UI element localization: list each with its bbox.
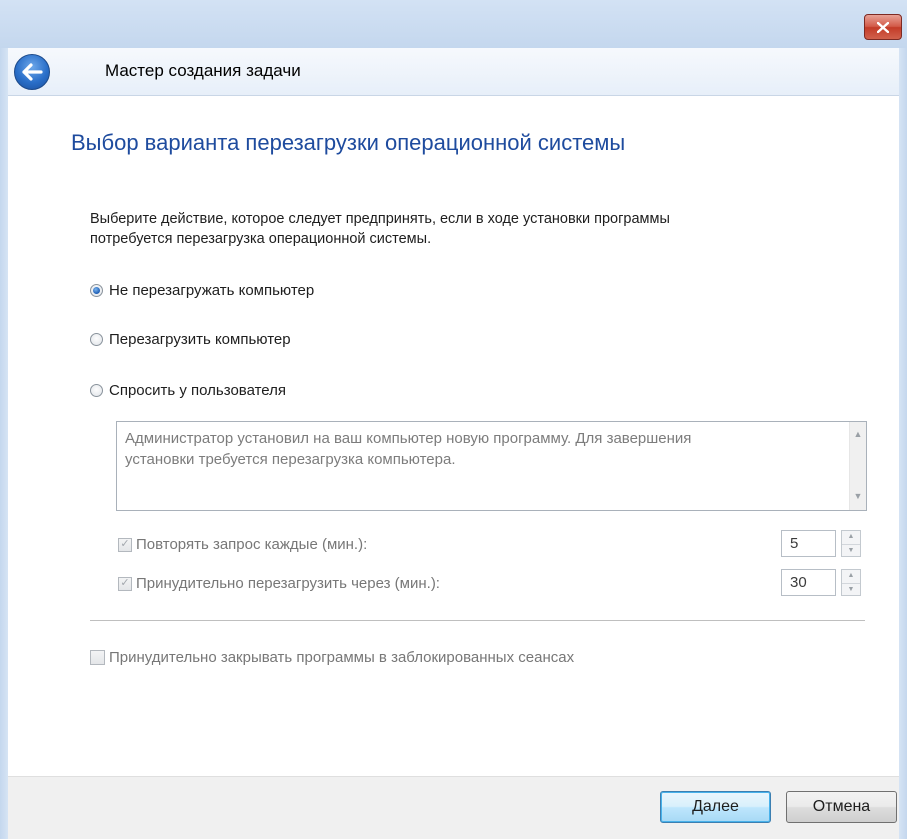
repeat-request-checkbox[interactable]: ✓ xyxy=(118,537,132,552)
restart-message-textarea[interactable]: Администратор установил на ваш компьютер… xyxy=(116,421,867,511)
close-button[interactable] xyxy=(864,14,902,40)
repeat-request-input[interactable]: 5 xyxy=(781,530,836,557)
window-frame-left xyxy=(0,48,8,839)
window-frame-top xyxy=(0,0,907,48)
force-restart-checkbox[interactable]: ✓ xyxy=(118,576,132,591)
instructions-text: Выберите действие, которое следует предп… xyxy=(90,209,830,249)
radio-restart[interactable]: Перезагрузить компьютер xyxy=(90,331,291,348)
force-close-checkbox[interactable] xyxy=(90,650,105,665)
window-frame-right xyxy=(899,48,907,839)
wizard-title: Мастер создания задачи xyxy=(105,61,301,80)
message-line-1: Администратор установил на ваш компьютер… xyxy=(125,430,692,447)
radio-restart-label: Перезагрузить компьютер xyxy=(109,331,291,348)
force-restart-checkbox-row[interactable]: ✓ Принудительно перезагрузить через (мин… xyxy=(118,575,440,592)
radio-ask-user[interactable]: Спросить у пользователя xyxy=(90,382,286,399)
repeat-request-spinner[interactable]: ▲ ▼ xyxy=(841,530,861,557)
separator xyxy=(90,620,865,621)
instructions-line-2: потребуется перезагрузка операционной си… xyxy=(90,231,432,247)
radio-button[interactable] xyxy=(90,333,103,346)
radio-button-checked[interactable] xyxy=(90,284,103,297)
scroll-up-arrow-icon[interactable]: ▲ xyxy=(850,426,866,442)
radio-no-restart-label: Не перезагружать компьютер xyxy=(109,282,315,299)
next-button[interactable]: Далее xyxy=(660,791,771,823)
checkmark-icon: ✓ xyxy=(120,577,130,589)
spin-up-icon[interactable]: ▲ xyxy=(842,570,860,582)
spin-down-icon[interactable]: ▼ xyxy=(842,544,860,557)
instructions-line-1: Выберите действие, которое следует предп… xyxy=(90,211,670,227)
checkmark-icon: ✓ xyxy=(120,538,130,550)
message-scrollbar[interactable]: ▲ ▼ xyxy=(849,422,866,510)
radio-button[interactable] xyxy=(90,384,103,397)
spin-up-icon[interactable]: ▲ xyxy=(842,531,860,543)
close-icon xyxy=(877,21,889,33)
force-restart-label: Принудительно перезагрузить через (мин.)… xyxy=(136,575,440,592)
restart-message-text: Администратор установил на ваш компьютер… xyxy=(125,428,825,470)
radio-ask-user-label: Спросить у пользователя xyxy=(109,382,287,399)
scroll-down-arrow-icon[interactable]: ▼ xyxy=(850,488,866,504)
back-button[interactable] xyxy=(14,54,50,90)
repeat-request-checkbox-row[interactable]: ✓ Повторять запрос каждые (мин.): xyxy=(118,536,367,553)
message-line-2: установки требуется перезагрузка компьют… xyxy=(125,451,456,468)
cancel-button[interactable]: Отмена xyxy=(786,791,897,823)
spin-down-icon[interactable]: ▼ xyxy=(842,583,860,596)
force-restart-input[interactable]: 30 xyxy=(781,569,836,596)
force-restart-spinner[interactable]: ▲ ▼ xyxy=(841,569,861,596)
radio-no-restart[interactable]: Не перезагружать компьютер xyxy=(90,282,314,299)
force-close-label: Принудительно закрывать программы в забл… xyxy=(109,649,575,666)
page-title: Выбор варианта перезагрузки операционной… xyxy=(71,130,626,155)
back-arrow-icon xyxy=(22,63,43,81)
force-close-checkbox-row[interactable]: Принудительно закрывать программы в забл… xyxy=(90,649,574,666)
repeat-request-label: Повторять запрос каждые (мин.): xyxy=(136,536,368,553)
